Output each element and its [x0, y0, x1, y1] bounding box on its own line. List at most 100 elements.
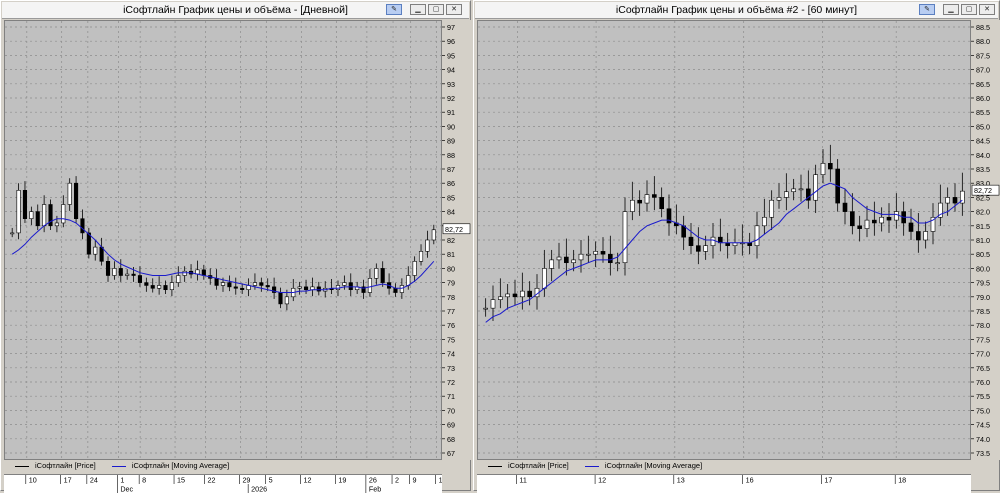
minimize-button[interactable]: ▁	[410, 4, 426, 15]
price-bar	[909, 223, 913, 232]
price-bar	[426, 240, 430, 251]
y-tick-label: 75.5	[976, 392, 990, 401]
x-tick-label: 12	[598, 476, 606, 485]
price-chart-area[interactable]	[477, 20, 971, 460]
price-bar	[520, 291, 524, 297]
price-bar	[872, 220, 876, 223]
y-tick-label: 78.5	[976, 307, 990, 316]
price-bar	[400, 285, 404, 292]
y-tick-label: 79	[447, 279, 455, 288]
price-scale[interactable]: 6768697071727374757677787980818283848586…	[442, 20, 471, 460]
pin-button[interactable]: ✎	[919, 4, 935, 15]
x-tick-label: 12	[303, 476, 311, 485]
price-bar	[784, 192, 788, 198]
price-bar	[125, 274, 129, 275]
chart-window-daily: iСофтлайн График цены и объёма - [Дневно…	[0, 0, 471, 491]
price-bar	[623, 212, 627, 263]
price-bar	[924, 231, 928, 240]
y-tick-label: 80	[447, 264, 455, 273]
legend-item-moving-average: iСофтлайн [Moving Average]	[585, 461, 702, 470]
price-bar	[30, 212, 34, 219]
price-bar	[17, 190, 21, 233]
date-axis: 111213161718	[477, 474, 971, 493]
close-button[interactable]: ✕	[446, 4, 462, 15]
y-tick-label: 84	[447, 208, 455, 217]
y-tick-label: 76.0	[976, 378, 990, 387]
price-bar	[228, 283, 232, 287]
price-bar	[285, 297, 289, 304]
price-bar	[317, 287, 321, 291]
price-bar	[696, 246, 700, 252]
pin-button[interactable]: ✎	[386, 4, 402, 15]
last-price-label: 82,72	[974, 186, 992, 195]
y-tick-label: 76	[447, 321, 455, 330]
y-tick-label: 86.0	[976, 94, 990, 103]
price-bar	[542, 268, 546, 288]
price-bar	[413, 261, 417, 275]
y-tick-label: 73	[447, 364, 455, 373]
y-tick-label: 86.5	[976, 80, 990, 89]
price-bar	[491, 300, 495, 309]
price-bar	[279, 293, 283, 304]
price-bar	[170, 283, 174, 290]
price-chart-area[interactable]	[4, 20, 442, 460]
moving-average-line	[486, 183, 963, 322]
price-bar	[894, 212, 898, 221]
price-bar	[157, 285, 161, 288]
y-tick-label: 71	[447, 392, 455, 401]
x-tick-label: 17	[824, 476, 832, 485]
x-tick-label: 13	[677, 476, 685, 485]
y-tick-label: 92	[447, 94, 455, 103]
price-bar	[266, 285, 270, 286]
price-bar	[368, 278, 372, 292]
y-tick-label: 86	[447, 179, 455, 188]
price-bar	[880, 217, 884, 223]
x-tick-label: 8	[142, 476, 146, 485]
y-tick-label: 87.0	[976, 66, 990, 75]
price-chart-svg	[5, 21, 441, 459]
price-bar	[406, 276, 410, 286]
price-bar	[762, 217, 766, 226]
price-bar	[68, 183, 72, 204]
y-tick-label: 78.0	[976, 321, 990, 330]
price-bar	[145, 283, 149, 286]
x-tick-label: 1	[120, 476, 124, 485]
window-titlebar[interactable]: iСофтлайн График цены и объёма #2 - [60 …	[475, 2, 998, 19]
y-tick-label: 96	[447, 37, 455, 46]
price-bar	[419, 251, 423, 261]
price-bar	[106, 261, 110, 275]
price-bar	[62, 205, 66, 223]
y-tick-label: 69	[447, 421, 455, 430]
price-bar	[608, 254, 612, 263]
window-titlebar[interactable]: iСофтлайн График цены и объёма - [Дневно…	[2, 2, 469, 19]
price-bar	[81, 219, 85, 233]
price-bar	[177, 276, 181, 283]
price-bar	[645, 195, 649, 204]
price-bar	[843, 203, 847, 212]
y-tick-label: 74.0	[976, 435, 990, 444]
price-scale[interactable]: 73.574.074.575.075.576.076.577.077.578.0…	[971, 20, 1000, 460]
x-tick-label: 24	[90, 476, 98, 485]
price-bar	[586, 254, 590, 255]
x-tick-label: 2	[395, 476, 399, 485]
legend-item-price: iСофтлайн [Price]	[15, 461, 96, 470]
x-tick-label: 5	[269, 476, 273, 485]
price-bar	[349, 283, 353, 290]
y-tick-label: 75.0	[976, 406, 990, 415]
maximize-button[interactable]: ▢	[961, 4, 977, 15]
y-tick-label: 84.0	[976, 151, 990, 160]
close-button[interactable]: ✕	[979, 4, 995, 15]
y-tick-label: 74.5	[976, 421, 990, 430]
maximize-button[interactable]: ▢	[428, 4, 444, 15]
price-bar	[953, 197, 957, 203]
price-bar	[343, 283, 347, 286]
y-tick-label: 80.5	[976, 250, 990, 259]
price-bar	[381, 268, 385, 282]
y-tick-label: 73.5	[976, 449, 990, 458]
price-bar	[113, 268, 117, 275]
y-tick-label: 67	[447, 449, 455, 458]
y-tick-label: 85.5	[976, 108, 990, 117]
minimize-button[interactable]: ▁	[943, 4, 959, 15]
price-bar	[858, 226, 862, 229]
price-bar	[394, 288, 398, 292]
